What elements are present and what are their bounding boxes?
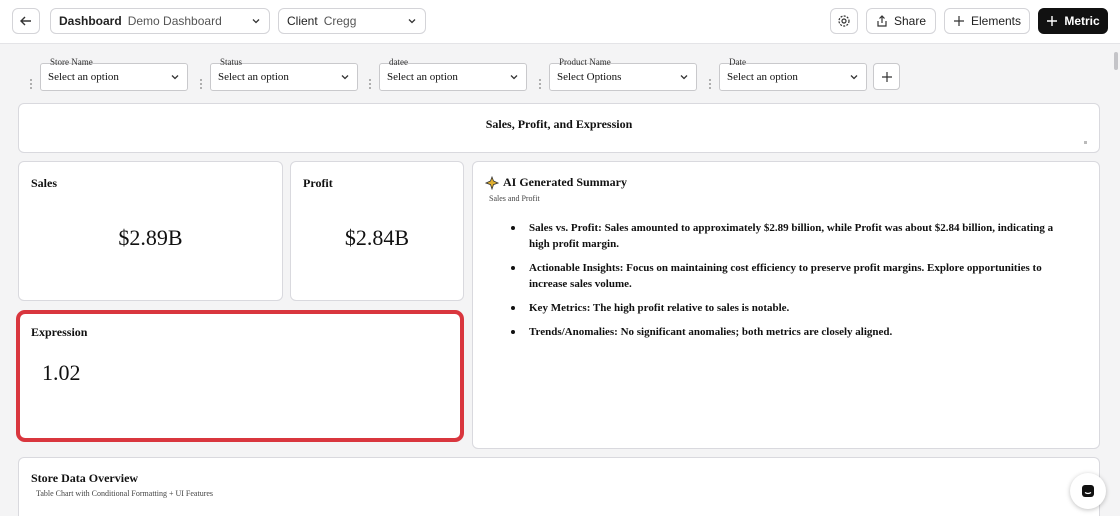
profit-card[interactable]: Profit $2.84B [290,161,464,301]
list-item: Trends/Anomalies: No significant anomali… [511,324,1071,340]
dashboard-select-value: Demo Dashboard [127,14,222,28]
add-metric-button[interactable]: Metric [1038,8,1108,34]
chevron-down-icon [850,75,858,80]
drag-handle-icon[interactable] [30,79,34,89]
bullet-text: Trends/Anomalies: No significant anomali… [529,326,893,338]
store-overview-card[interactable]: Store Data Overview Table Chart with Con… [18,457,1100,516]
bullet-icon [511,226,515,230]
product-name-select[interactable]: Select Options [549,63,697,91]
store-overview-subtitle: Table Chart with Conditional Formatting … [36,489,214,498]
chevron-down-icon [341,75,349,80]
share-icon [877,15,887,27]
filter-bar: Select an option Store Name Select an op… [0,45,1112,100]
plus-icon [1047,16,1058,26]
share-button[interactable]: Share [866,8,936,34]
expression-title: Expression [31,325,88,339]
profit-value: $2.84B [344,225,410,250]
list-item: Actionable Insights: Focus on maintainin… [511,260,1071,292]
resize-handle-icon[interactable] [1084,141,1087,144]
sales-value: $2.89B [118,225,183,250]
date-select[interactable]: Select an option [719,63,867,91]
section-title-card: Sales, Profit, and Expression [18,103,1100,153]
bullet-text: Actionable Insights: Focus on maintainin… [529,262,1042,290]
status-select[interactable]: Select an option [210,63,358,91]
ai-summary-header: AI Generated Summary [485,175,627,190]
client-select-value: Cregg [323,14,357,28]
dashboard-select[interactable]: Dashboard Demo Dashboard [50,8,270,34]
expression-card[interactable]: Expression 1.02 [16,310,464,442]
client-select[interactable]: Client Cregg [278,8,426,34]
store-overview-title: Store Data Overview [31,471,139,485]
back-arrow-icon [20,16,31,26]
bullet-icon [511,266,515,270]
section-title: Sales, Profit, and Expression [485,117,633,131]
chevron-down-icon [680,75,688,80]
bullet-text: Sales vs. Profit: Sales amounted to appr… [529,222,1054,250]
gear-icon [838,15,850,27]
drag-handle-icon[interactable] [709,79,713,89]
elements-button[interactable]: Elements [944,8,1030,34]
datee-select[interactable]: Select an option [379,63,527,91]
bullet-text: Key Metrics: The high profit relative to… [529,302,790,314]
ai-summary-title: AI Generated Summary [503,175,627,189]
profit-title: Profit [303,176,333,190]
bullet-icon [511,306,515,310]
client-select-label: Client [287,14,318,28]
scrollbar-thumb[interactable] [1114,52,1118,70]
list-item: Sales vs. Profit: Sales amounted to appr… [511,220,1071,252]
plus-icon [953,16,964,26]
page-scrollbar[interactable] [1113,46,1119,516]
chat-icon [1082,485,1094,497]
drag-handle-icon[interactable] [369,79,373,89]
back-button[interactable] [12,8,40,34]
bullet-icon [511,330,515,334]
filter-value: Select Options [557,71,622,83]
elements-label: Elements [970,14,1022,28]
plus-icon [881,71,892,82]
list-item: Key Metrics: The high profit relative to… [511,300,1071,316]
chevron-down-icon [510,75,518,80]
chevron-down-icon [408,19,416,24]
expression-value: 1.02 [42,360,81,385]
store-name-select[interactable]: Select an option [40,63,188,91]
drag-handle-icon[interactable] [200,79,204,89]
drag-handle-icon[interactable] [539,79,543,89]
filter-label: Status [220,57,243,67]
filter-label: Store Name [50,57,93,67]
dashboard-select-label: Dashboard [59,14,122,28]
ai-summary-list: Sales vs. Profit: Sales amounted to appr… [511,220,1071,348]
share-label: Share [893,14,927,28]
add-filter-button[interactable] [873,63,900,90]
ai-summary-card[interactable]: AI Generated Summary Sales and Profit Sa… [472,161,1100,449]
filter-label: datee [389,57,408,67]
settings-button[interactable] [830,8,858,34]
sparkle-icon [485,175,499,190]
filter-label: Product Name [559,57,611,67]
filter-value: Select an option [218,71,289,83]
sales-card[interactable]: Sales $2.89B [18,161,283,301]
chat-launcher-button[interactable] [1070,473,1106,509]
chevron-down-icon [252,19,260,24]
metric-label: Metric [1064,14,1100,28]
filter-value: Select an option [387,71,458,83]
top-bar: Dashboard Demo Dashboard Client Cregg Sh… [0,0,1120,44]
sales-title: Sales [31,176,58,190]
filter-value: Select an option [727,71,798,83]
chevron-down-icon [171,75,179,80]
ai-summary-subtitle: Sales and Profit [489,194,540,203]
filter-value: Select an option [48,71,119,83]
filter-label: Date [729,57,746,67]
